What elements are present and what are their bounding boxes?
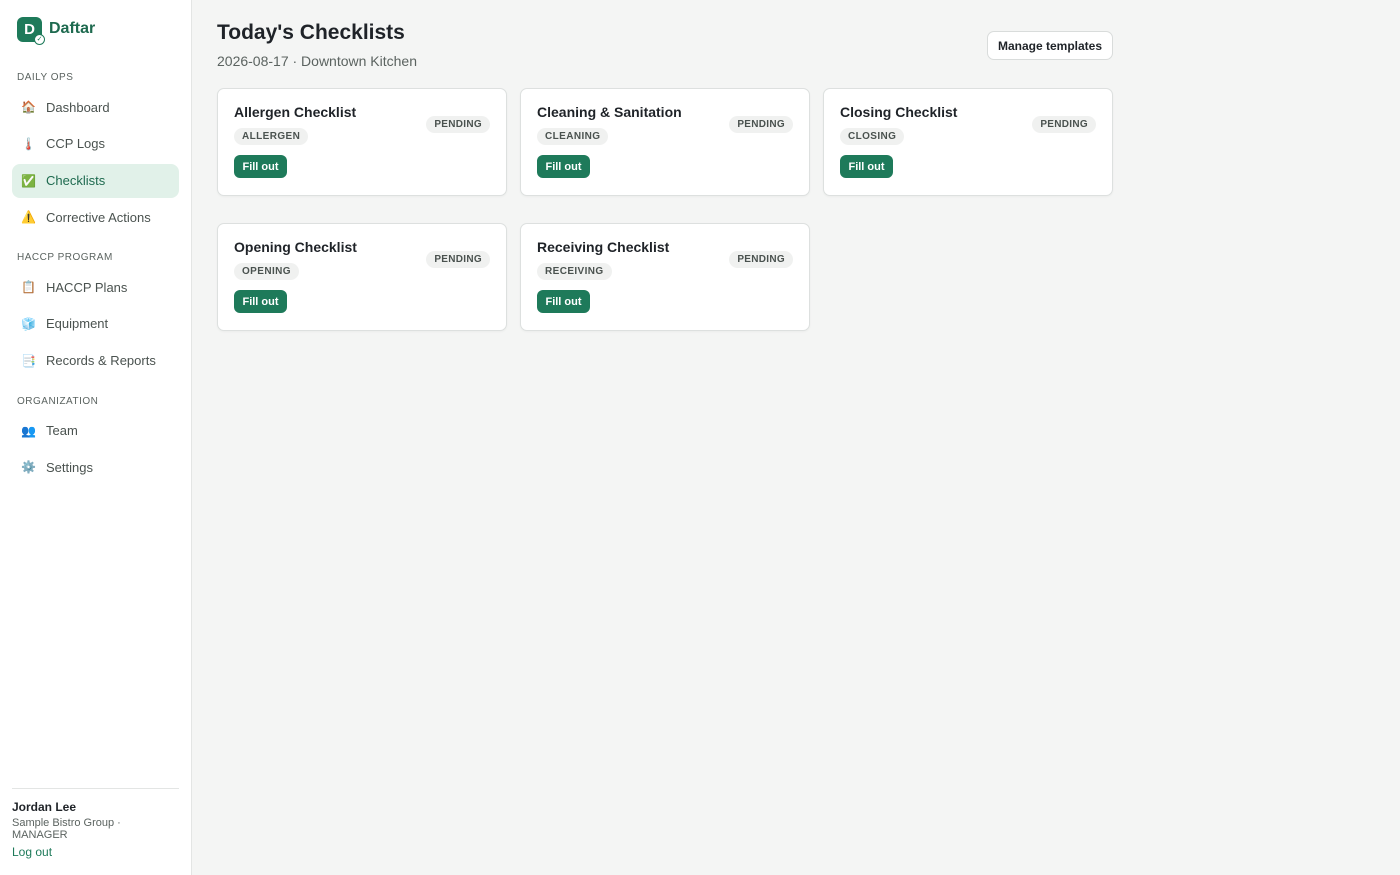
category-badge: OPENING — [234, 263, 299, 280]
sidebar-item-equipment[interactable]: 🧊 Equipment — [12, 307, 179, 341]
user-block: Jordan Lee Sample Bistro Group · MANAGER… — [12, 788, 179, 861]
page-subtitle: 2026-08-17 · Downtown Kitchen — [217, 53, 418, 69]
category-badge: CLEANING — [537, 128, 609, 145]
brand[interactable]: D ✓ Daftar — [12, 14, 179, 45]
status-badge: PENDING — [426, 251, 490, 268]
thermometer-icon: 🌡️ — [21, 136, 36, 151]
nav-daily-ops: 🏠 Dashboard 🌡️ CCP Logs ✅ Checklists ⚠️ … — [12, 90, 179, 237]
checklist-card: Cleaning & Sanitation CLEANING PENDING F… — [520, 88, 810, 196]
app-root: D ✓ Daftar DAILY OPS 🏠 Dashboard 🌡️ CCP L… — [0, 0, 1400, 875]
main-content: Today's Checklists 2026-08-17 · Downtown… — [192, 0, 1400, 875]
checklist-card: Opening Checklist OPENING PENDING Fill o… — [217, 223, 507, 331]
page-title: Today's Checklists — [217, 21, 405, 44]
status-badge: PENDING — [426, 116, 490, 133]
nav-haccp-program: 📋 HACCP Plans 🧊 Equipment 📑 Records & Re… — [12, 270, 179, 380]
logout-link[interactable]: Log out — [12, 845, 52, 859]
sidebar-item-label: Records & Reports — [46, 353, 156, 369]
sidebar-item-label: Checklists — [46, 173, 106, 189]
daftar-logo-icon: D ✓ — [17, 16, 45, 45]
sidebar: D ✓ Daftar DAILY OPS 🏠 Dashboard 🌡️ CCP L… — [0, 0, 192, 875]
checklist-grid: Allergen Checklist ALLERGEN PENDING Fill… — [217, 88, 1375, 331]
sidebar-item-team[interactable]: 👥 Team — [12, 414, 179, 448]
clipboard-icon: 📋 — [21, 280, 36, 295]
manage-templates-button[interactable]: Manage templates — [987, 31, 1113, 60]
ice-cube-icon: 🧊 — [21, 316, 36, 331]
fill-out-button[interactable]: Fill out — [537, 290, 590, 313]
sidebar-item-checklists[interactable]: ✅ Checklists — [12, 163, 179, 198]
warning-icon: ⚠️ — [21, 210, 36, 225]
sidebar-item-dashboard[interactable]: 🏠 Dashboard — [12, 90, 179, 124]
checklist-card: Allergen Checklist ALLERGEN PENDING Fill… — [217, 88, 507, 196]
sidebar-item-corrective-actions[interactable]: ⚠️ Corrective Actions — [12, 200, 179, 234]
check-mark-icon: ✅ — [21, 173, 36, 188]
sidebar-item-label: Corrective Actions — [46, 209, 151, 225]
checklist-card: Closing Checklist CLOSING PENDING Fill o… — [823, 88, 1113, 196]
sidebar-item-records-reports[interactable]: 📑 Records & Reports — [12, 344, 179, 378]
fill-out-button[interactable]: Fill out — [234, 290, 287, 313]
category-badge: ALLERGEN — [234, 128, 309, 145]
status-badge: PENDING — [1032, 116, 1096, 133]
category-badge: CLOSING — [840, 128, 905, 145]
brand-name: Daftar — [49, 20, 96, 37]
sidebar-item-label: Dashboard — [46, 99, 110, 115]
sidebar-item-label: Equipment — [46, 316, 109, 332]
section-label-haccp-program: HACCP PROGRAM — [17, 252, 113, 264]
home-icon: 🏠 — [21, 100, 36, 114]
section-label-daily-ops: DAILY OPS — [17, 72, 74, 83]
sidebar-item-label: Settings — [46, 459, 93, 475]
category-badge: RECEIVING — [537, 263, 612, 280]
people-icon: 👥 — [21, 423, 36, 438]
fill-out-button[interactable]: Fill out — [840, 155, 893, 178]
checklist-card: Receiving Checklist RECEIVING PENDING Fi… — [520, 223, 810, 331]
sidebar-item-settings[interactable]: ⚙️ Settings — [12, 450, 179, 484]
fill-out-button[interactable]: Fill out — [234, 155, 287, 178]
sidebar-item-ccp-logs[interactable]: 🌡️ CCP Logs — [12, 127, 179, 161]
nav-organization: 👥 Team ⚙️ Settings — [12, 414, 179, 488]
status-badge: PENDING — [729, 251, 793, 268]
user-name: Jordan Lee — [12, 800, 77, 814]
fill-out-button[interactable]: Fill out — [537, 155, 590, 178]
sidebar-item-haccp-plans[interactable]: 📋 HACCP Plans — [12, 270, 179, 304]
sidebar-item-label: CCP Logs — [46, 136, 106, 152]
sidebar-item-label: Team — [46, 423, 78, 439]
user-org-role: Sample Bistro Group · MANAGER — [12, 817, 121, 841]
sidebar-item-label: HACCP Plans — [46, 279, 128, 295]
gear-icon: ⚙️ — [21, 460, 36, 475]
section-label-organization: ORGANIZATION — [17, 395, 99, 407]
document-icon: 📑 — [21, 353, 36, 368]
status-badge: PENDING — [729, 116, 793, 133]
